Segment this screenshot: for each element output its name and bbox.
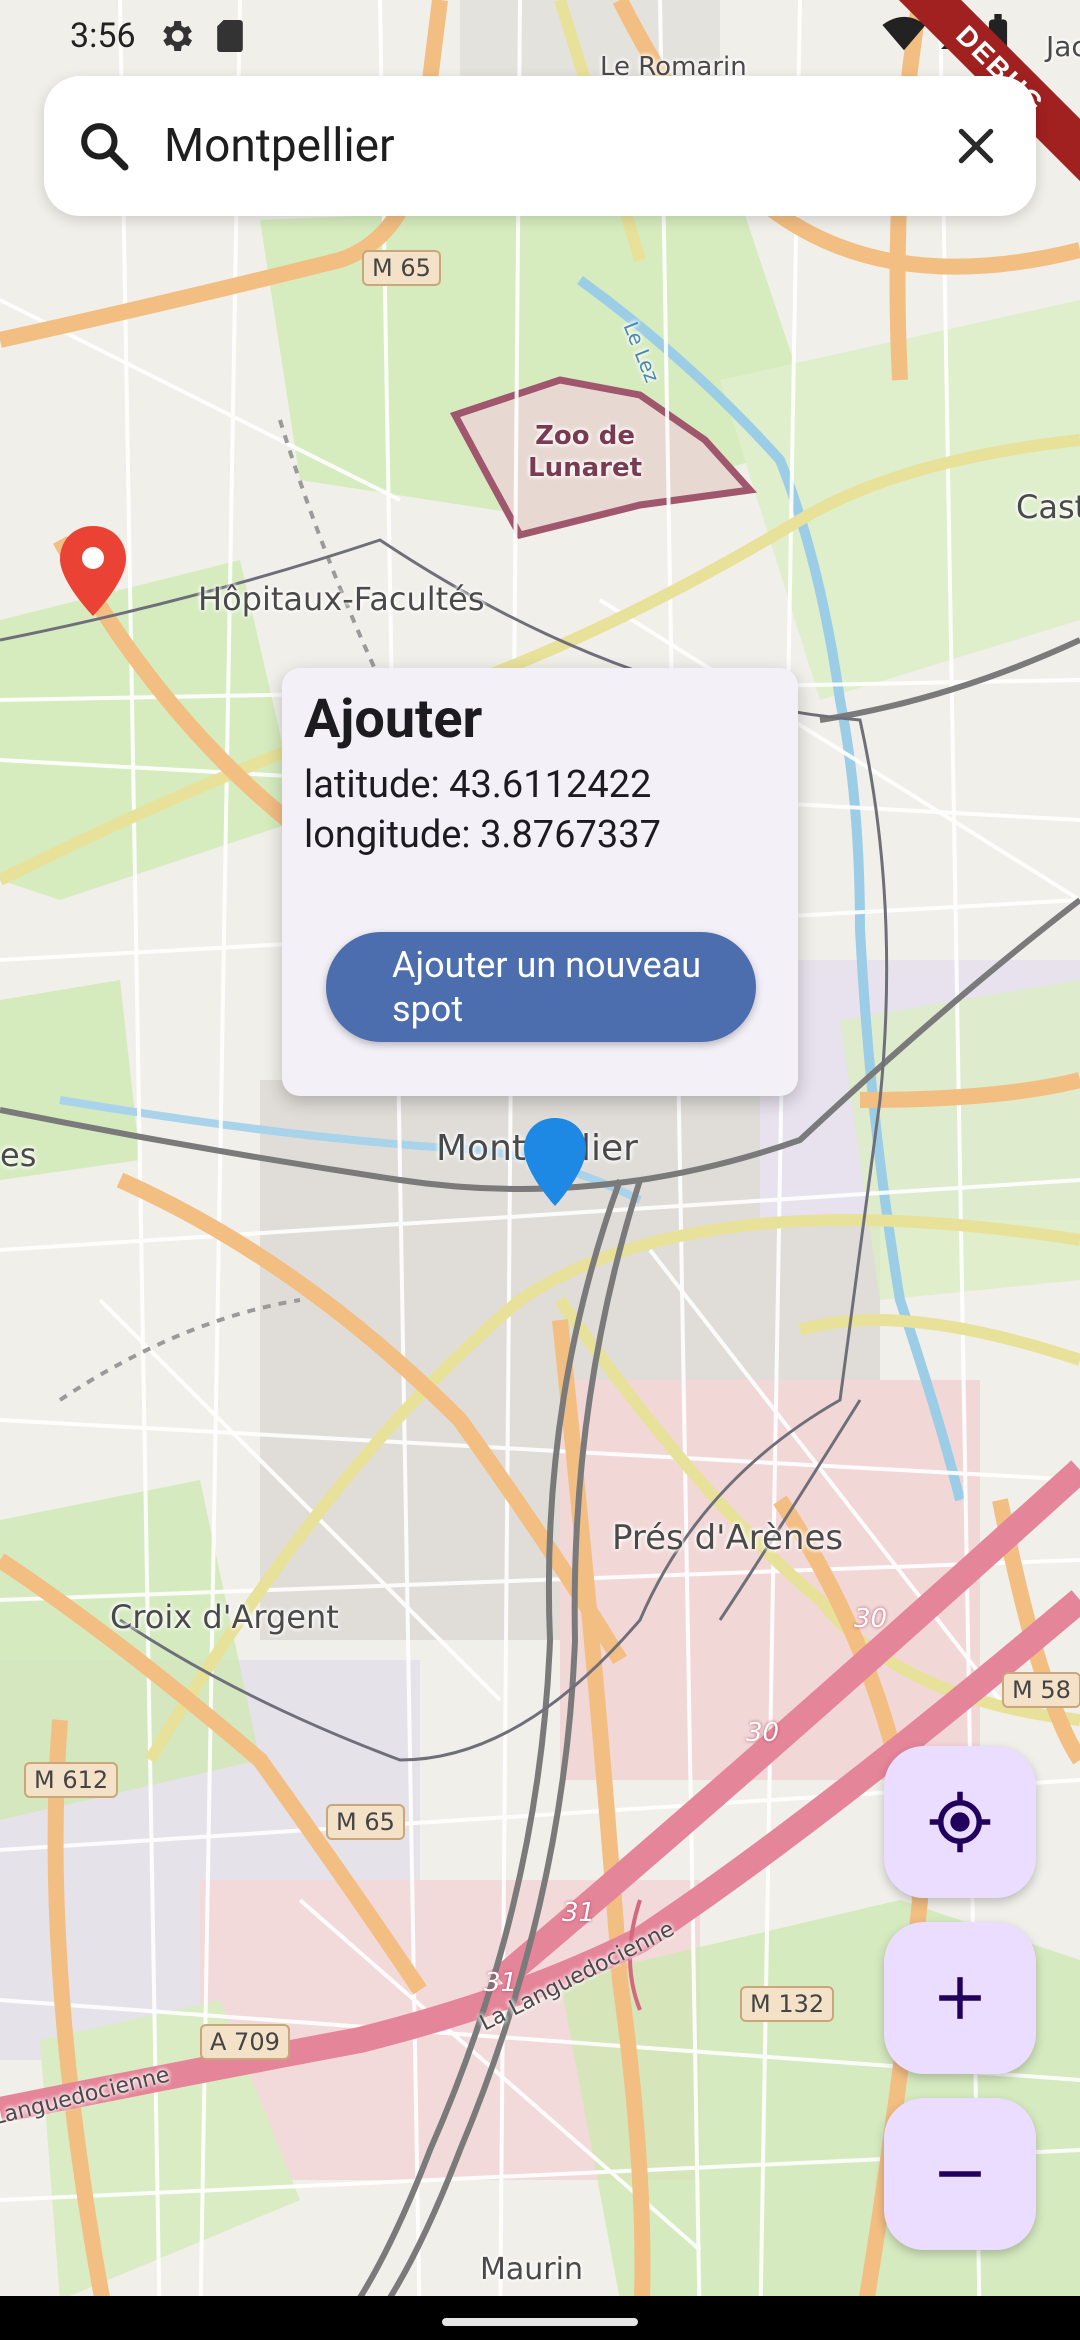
- add-new-spot-button[interactable]: Ajouter un nouveau spot: [326, 932, 756, 1042]
- settings-gear-icon: [162, 21, 192, 51]
- road-number-31b: 31: [484, 1968, 518, 1998]
- zoom-out-button[interactable]: [884, 2098, 1036, 2250]
- road-shield-m132: M 132: [740, 1986, 835, 2022]
- search-bar: [44, 76, 1036, 216]
- map-label-left-es: es: [0, 1136, 37, 1174]
- map-pin-icon: [60, 526, 126, 616]
- add-spot-popup: Ajouter latitude: 43.6112422 longitude: …: [282, 668, 798, 1096]
- zoom-in-button[interactable]: [884, 1922, 1036, 2074]
- my-location-icon: [929, 1791, 991, 1853]
- map-label-croix-dargent: Croix d'Argent: [110, 1598, 339, 1636]
- map-label-hopitaux-facultes: Hôpitaux-Facultés: [198, 580, 485, 618]
- map-label-pres-darenes: Prés d'Arènes: [612, 1518, 844, 1558]
- system-navigation-bar: [0, 2296, 1080, 2340]
- popup-latitude: latitude: 43.6112422: [304, 763, 652, 807]
- map-marker-red[interactable]: [58, 524, 128, 622]
- map-pin-icon: [524, 1118, 586, 1206]
- plus-icon: [939, 1977, 981, 2019]
- close-icon: [958, 128, 994, 164]
- road-shield-m65-top: M 65: [362, 250, 441, 286]
- road-number-30a: 30: [854, 1604, 888, 1634]
- road-shield-a709: A 709: [200, 2024, 290, 2060]
- map-marker-selected[interactable]: [522, 1116, 588, 1212]
- map-label-zoo: Zoo de Lunaret: [528, 421, 643, 483]
- map-label-castelnau: Cast: [1016, 488, 1080, 526]
- clear-search-button[interactable]: [916, 76, 1036, 216]
- road-shield-m58: M 58: [1002, 1672, 1080, 1708]
- road-shield-m65-bottom: M 65: [326, 1804, 405, 1840]
- map-label-maurin: Maurin: [480, 2252, 583, 2287]
- road-shield-m612: M 612: [24, 1762, 119, 1798]
- popup-title: Ajouter: [304, 688, 483, 751]
- home-gesture-handle[interactable]: [442, 2318, 638, 2326]
- minus-icon: [939, 2171, 981, 2177]
- popup-longitude: longitude: 3.8767337: [304, 813, 661, 857]
- search-button[interactable]: [44, 76, 164, 216]
- search-input[interactable]: [164, 119, 916, 173]
- search-icon: [81, 123, 129, 171]
- road-number-31a: 31: [562, 1898, 596, 1928]
- sd-card-icon: [216, 20, 243, 52]
- road-number-30b: 30: [746, 1718, 780, 1748]
- my-location-button[interactable]: [884, 1746, 1036, 1898]
- status-time: 3:56: [70, 16, 136, 56]
- app-root: Le Romarin Zoo de Lunaret Hôpitaux-Facul…: [0, 0, 1080, 2340]
